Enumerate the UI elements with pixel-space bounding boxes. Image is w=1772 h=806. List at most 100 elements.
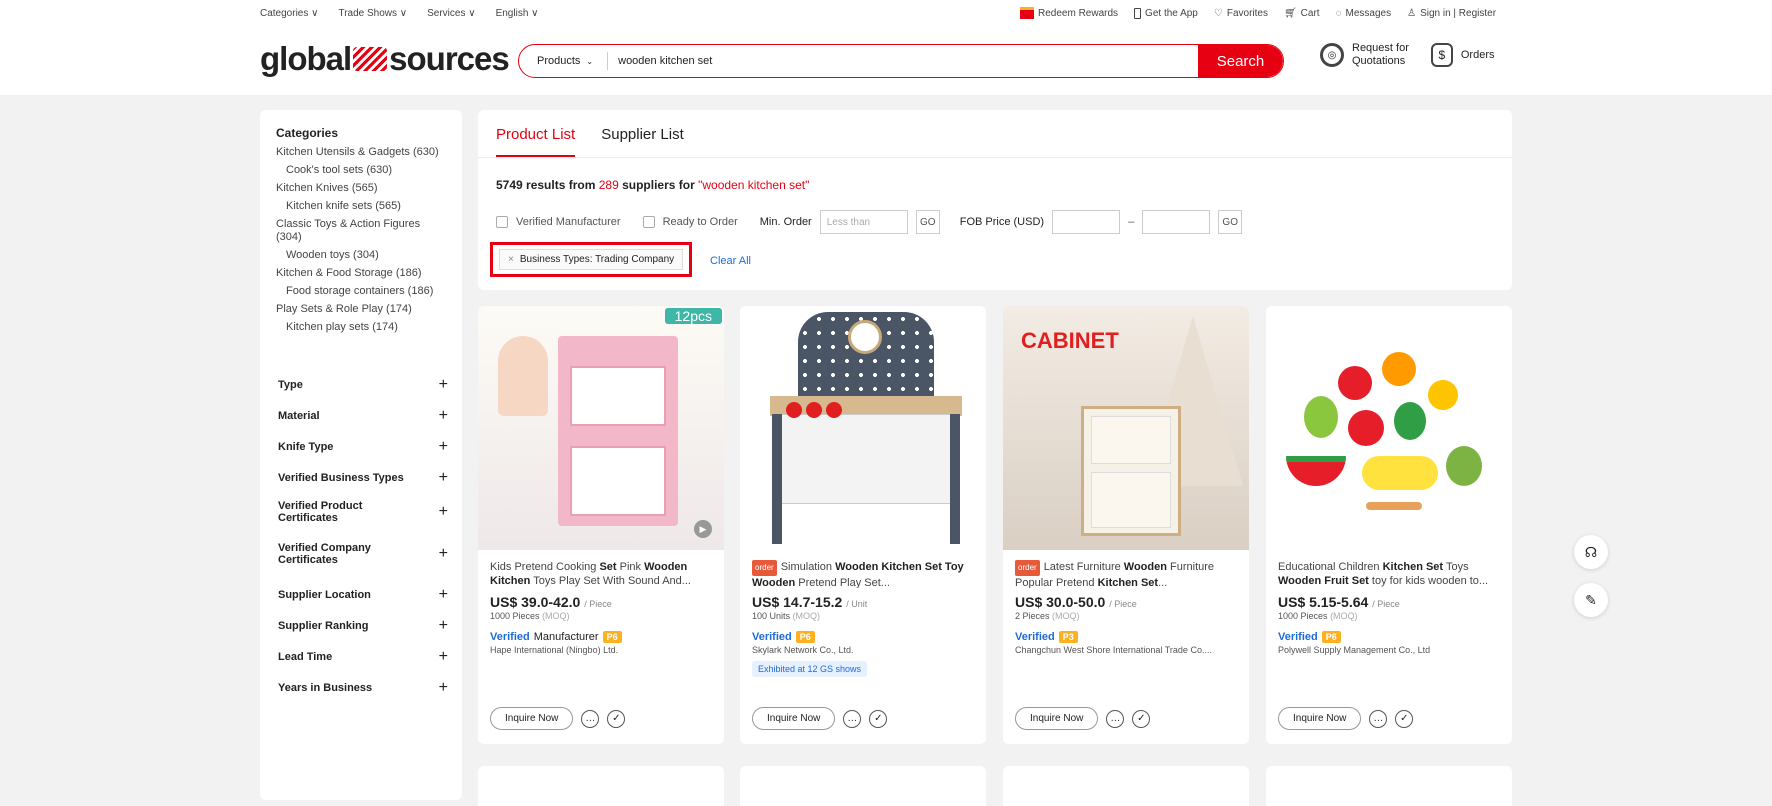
product-card-partial[interactable]	[1266, 766, 1512, 806]
filter-lead-time[interactable]: Lead Time +	[278, 648, 448, 666]
product-card-partial[interactable]	[1003, 766, 1249, 806]
category-item[interactable]: Cook's tool sets (630)	[276, 164, 446, 177]
supplier-name[interactable]: Skylark Network Co., Ltd.	[752, 645, 974, 655]
product-card-partial[interactable]	[478, 766, 724, 806]
favorites-link[interactable]: ♡ Favorites	[1214, 8, 1268, 19]
supplier-name[interactable]: Changchun West Shore International Trade…	[1015, 645, 1237, 655]
filter-verified-product-certificates[interactable]: Verified Product Certificates +	[278, 500, 448, 524]
check-icon[interactable]: ✓	[607, 709, 626, 728]
product-title[interactable]: order Simulation Wooden Kitchen Set Toy W…	[752, 560, 974, 588]
tab-product-list[interactable]: Product List	[496, 126, 576, 157]
fob-min-input[interactable]	[1052, 210, 1121, 234]
product-title[interactable]: Educational Children Kitchen Set Toys Wo…	[1278, 560, 1500, 588]
filter-verified-business-types[interactable]: Verified Business Types +	[278, 469, 448, 487]
tab-supplier-list[interactable]: Supplier List	[601, 126, 684, 157]
inquire-now-button[interactable]: Inquire Now	[490, 707, 574, 730]
messages-link[interactable]: ◌ Messages	[1336, 8, 1392, 19]
play-video-icon[interactable]: ▶	[694, 520, 712, 538]
product-card[interactable]: CABINET order Latest Furniture Wooden Fur…	[1003, 306, 1249, 744]
plus-icon: +	[438, 469, 448, 486]
clear-all-link[interactable]: Clear All	[710, 255, 751, 267]
product-moq: 2 Pieces (MOQ)	[1015, 611, 1237, 621]
redeem-rewards-link[interactable]: Redeem Rewards	[1020, 7, 1118, 19]
verified-manufacturer-checkbox[interactable]	[496, 216, 508, 228]
global-sources-logo[interactable]: global sources	[260, 40, 510, 78]
product-card[interactable]: order Simulation Wooden Kitchen Set Toy W…	[740, 306, 986, 744]
chat-icon[interactable]: …	[1369, 709, 1388, 728]
plus-icon: +	[438, 503, 448, 520]
category-item[interactable]: Play Sets & Role Play (174)	[276, 303, 446, 316]
logo-text-right: sources	[389, 40, 510, 77]
results-panel: Product List Supplier List 5749 results …	[478, 110, 1512, 290]
search-button[interactable]: Search	[1198, 45, 1283, 77]
product-title[interactable]: order Latest Furniture Wooden Furniture P…	[1015, 560, 1237, 588]
filter-material[interactable]: Material +	[278, 407, 448, 425]
fob-go-button[interactable]: GO	[1218, 210, 1243, 234]
business-type-filter-chip[interactable]: × Business Types: Trading Company	[499, 249, 684, 270]
supplier-name[interactable]: Hape International (Ningbo) Ltd.	[490, 645, 712, 655]
orders-link[interactable]: $ Orders	[1430, 43, 1495, 67]
search-input[interactable]	[608, 55, 1283, 67]
title-bold: Kitchen Set	[1382, 561, 1444, 573]
check-icon[interactable]: ✓	[1395, 709, 1414, 728]
check-icon[interactable]: ✓	[1132, 709, 1151, 728]
filter-type[interactable]: Type +	[278, 376, 448, 394]
min-order-input[interactable]: Less than	[819, 210, 908, 234]
filter-verified-company-certificates[interactable]: Verified Company Certificates +	[278, 542, 448, 566]
feedback-edit-icon[interactable]: ✎	[1574, 583, 1608, 617]
category-item[interactable]: Food storage containers (186)	[276, 285, 446, 298]
chat-icon[interactable]: …	[1106, 709, 1125, 728]
category-item[interactable]: Kitchen Knives (565)	[276, 182, 446, 195]
filter-knife-type[interactable]: Knife Type +	[278, 438, 448, 456]
trade-shows-menu[interactable]: Trade Shows ∨	[338, 8, 407, 19]
categories-menu[interactable]: Categories ∨	[260, 8, 318, 19]
product-card[interactable]: 12pcs ▶ Kids Pretend Cooking Set Pink Wo…	[478, 306, 724, 744]
price-value: US$ 14.7-15.2	[752, 594, 843, 610]
headset-support-icon[interactable]: ☊	[1574, 535, 1608, 569]
services-menu[interactable]: Services ∨	[427, 8, 475, 19]
min-order-go-button[interactable]: GO	[915, 210, 940, 234]
check-icon[interactable]: ✓	[869, 709, 888, 728]
sign-in-link[interactable]: ♙ Sign in | Register	[1407, 8, 1496, 19]
supplier-level-badge: P6	[1321, 631, 1341, 643]
product-title[interactable]: Kids Pretend Cooking Set Pink Wooden Kit…	[490, 560, 712, 588]
language-menu[interactable]: English ∨	[496, 8, 539, 19]
product-card-partial[interactable]	[740, 766, 986, 806]
cart-link[interactable]: 🛒︎ Cart	[1284, 8, 1320, 19]
inquire-now-button[interactable]: Inquire Now	[1015, 707, 1099, 730]
filter-supplier-ranking[interactable]: Supplier Ranking +	[278, 617, 448, 635]
inquire-now-button[interactable]: Inquire Now	[1278, 707, 1362, 730]
category-item[interactable]: Wooden toys (304)	[276, 249, 446, 262]
search-category-select[interactable]: Products ⌄	[519, 52, 609, 70]
filter-row: Verified Manufacturer Ready to Order Min…	[496, 210, 1243, 234]
supplier-name[interactable]: Polywell Supply Management Co., Ltd	[1278, 645, 1500, 655]
product-card[interactable]: Educational Children Kitchen Set Toys Wo…	[1266, 306, 1512, 744]
category-item[interactable]: Classic Toys & Action Figures (304)	[276, 218, 446, 244]
close-icon[interactable]: ×	[508, 254, 514, 265]
chat-icon[interactable]: …	[581, 709, 600, 728]
product-image[interactable]: CABINET	[1003, 306, 1249, 550]
category-item[interactable]: Kitchen play sets (174)	[276, 321, 446, 334]
filter-label: Material	[278, 410, 320, 422]
verified-badge: Verified Manufacturer P6	[490, 631, 712, 643]
inquire-now-button[interactable]: Inquire Now	[752, 707, 836, 730]
ready-to-order-checkbox[interactable]	[642, 216, 655, 228]
filter-supplier-location[interactable]: Supplier Location +	[278, 586, 448, 604]
price-value: US$ 39.0-42.0	[490, 594, 581, 610]
category-item[interactable]: Kitchen knife sets (565)	[276, 200, 446, 213]
category-item[interactable]: Kitchen Utensils & Gadgets (630)	[276, 146, 446, 159]
title-part: Pink	[616, 561, 645, 573]
fob-max-input[interactable]	[1142, 210, 1211, 234]
category-item[interactable]: Kitchen & Food Storage (186)	[276, 267, 446, 280]
product-image[interactable]	[740, 306, 986, 550]
rfq-link[interactable]: ◎ Request for Quotations	[1320, 42, 1409, 68]
filter-label: Verified Product Certificates	[278, 500, 363, 524]
product-image[interactable]: 12pcs ▶	[478, 306, 724, 550]
ready-to-order-label: Ready to Order	[662, 216, 738, 228]
chat-icon: ◌	[1335, 7, 1342, 19]
title-part: Pretend Play Set...	[795, 577, 890, 588]
get-app-link[interactable]: Get the App	[1134, 7, 1198, 19]
chat-icon[interactable]: …	[843, 709, 862, 728]
filter-years-in-business[interactable]: Years in Business +	[278, 679, 448, 697]
product-image[interactable]	[1266, 306, 1512, 550]
